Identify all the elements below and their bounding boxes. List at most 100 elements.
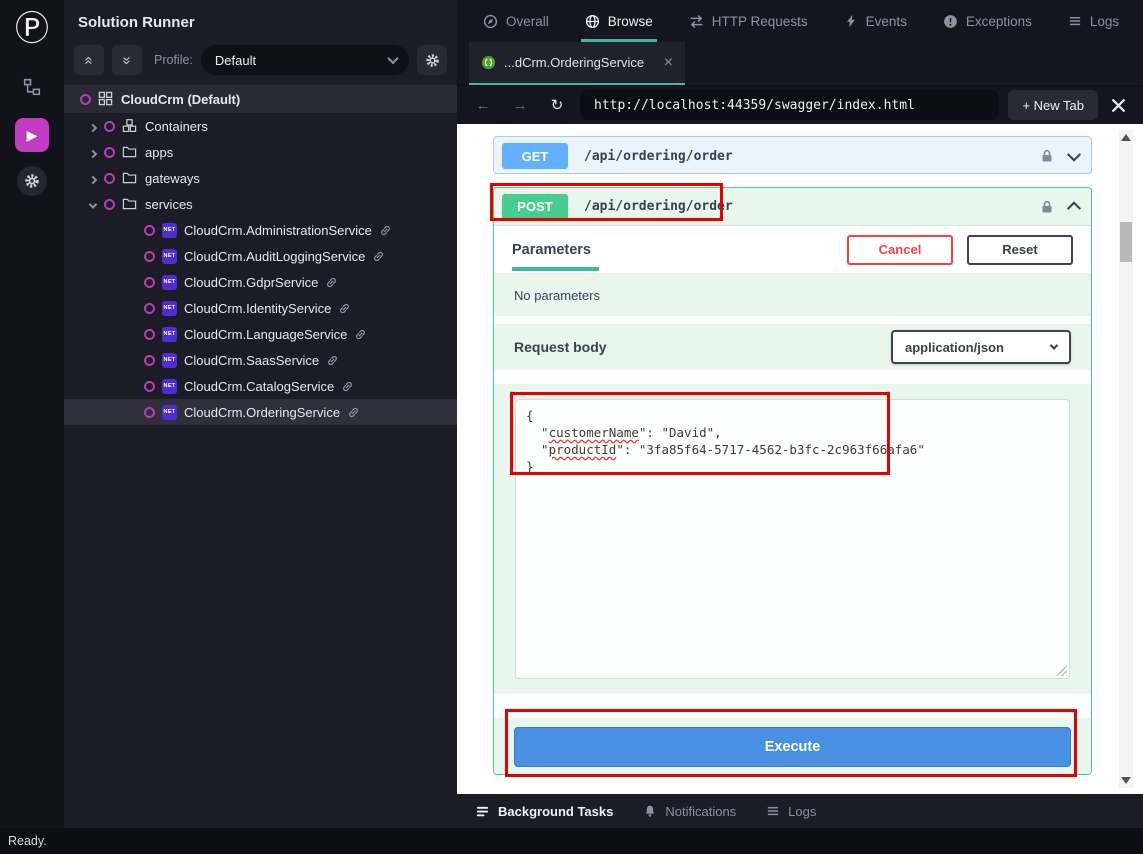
post-endpoint-path: /api/ordering/order xyxy=(584,199,733,214)
bottom-bar-label: Notifications xyxy=(665,804,736,819)
link-icon xyxy=(354,328,367,341)
content-type-select[interactable]: application/json xyxy=(891,330,1071,364)
scrollbar-thumb[interactable] xyxy=(1120,222,1132,262)
tree-item-service[interactable]: NET CloudCrm.CatalogService xyxy=(64,373,457,399)
status-dot-icon xyxy=(144,381,155,392)
tree-item-root[interactable]: CloudCrm (Default) xyxy=(64,85,457,113)
tree-item-label: CloudCrm.CatalogService xyxy=(184,379,334,394)
tree-item-services[interactable]: services xyxy=(64,191,457,217)
hierarchy-icon xyxy=(23,78,41,96)
url-bar[interactable]: http://localhost:44359/swagger/index.htm… xyxy=(580,90,999,120)
lines-icon xyxy=(766,804,780,818)
tab-overall[interactable]: Overall xyxy=(483,0,549,42)
post-endpoint-header[interactable]: POST /api/ordering/order xyxy=(494,188,1091,226)
new-tab-button[interactable]: + New Tab xyxy=(1008,90,1098,120)
status-dot-icon xyxy=(144,355,155,366)
expand-all-button[interactable]: » xyxy=(112,45,142,75)
resize-handle[interactable] xyxy=(1055,664,1067,676)
tab-label: Events xyxy=(866,14,907,29)
close-icon[interactable]: × xyxy=(664,54,673,72)
browser-tab-strip: ...dCrm.OrderingService × xyxy=(457,42,1143,86)
notifications-button[interactable]: Notifications xyxy=(643,804,736,819)
request-body-editor[interactable]: { "customerName": "David", "productId": … xyxy=(515,399,1070,679)
reset-button[interactable]: Reset xyxy=(967,235,1073,265)
profile-select[interactable]: Default xyxy=(201,45,409,75)
profile-label: Profile: xyxy=(154,53,193,67)
profile-settings-button[interactable] xyxy=(417,45,447,75)
back-button[interactable]: ← xyxy=(469,91,497,119)
background-tasks-button[interactable]: Background Tasks xyxy=(475,804,613,819)
view-tabs: Overall Browse HTTP Requests Events Exce… xyxy=(457,0,1143,42)
tree-item-label: services xyxy=(145,197,193,212)
dotnet-icon: NET xyxy=(162,275,177,290)
lock-icon[interactable] xyxy=(1039,148,1055,164)
chevron-right-icon xyxy=(86,145,100,160)
folder-icon xyxy=(122,170,138,186)
logs-button[interactable]: Logs xyxy=(766,804,816,819)
browser-tab-title: ...dCrm.OrderingService xyxy=(504,55,656,70)
tab-label: Logs xyxy=(1090,14,1119,29)
refresh-button[interactable]: ↻ xyxy=(543,91,571,119)
vertical-scrollbar[interactable] xyxy=(1119,130,1133,788)
bottom-bar-label: Background Tasks xyxy=(498,804,613,819)
cancel-button[interactable]: Cancel xyxy=(847,235,953,265)
tree-item-service[interactable]: NET CloudCrm.AdministrationService xyxy=(64,217,457,243)
tab-logs[interactable]: Logs xyxy=(1068,0,1119,42)
main-panel: Overall Browse HTTP Requests Events Exce… xyxy=(457,0,1143,828)
status-dot-icon xyxy=(144,225,155,236)
status-dot-icon xyxy=(144,329,155,340)
tab-browse[interactable]: Browse xyxy=(585,0,653,42)
application-grid-icon xyxy=(98,91,114,107)
get-endpoint-header[interactable]: GET /api/ordering/order xyxy=(494,137,1091,175)
tree-item-apps[interactable]: apps xyxy=(64,139,457,165)
solution-tree-button[interactable] xyxy=(15,70,49,104)
swap-arrows-icon xyxy=(689,14,704,29)
no-parameters-message: No parameters xyxy=(494,274,1091,316)
tree-item-label: gateways xyxy=(145,171,200,186)
tools-button[interactable] xyxy=(1107,94,1129,116)
forward-button[interactable]: → xyxy=(506,91,534,119)
icon-rail: Ⓟ ▶ xyxy=(0,0,64,828)
link-icon xyxy=(326,354,339,367)
tree-item-gateways[interactable]: gateways xyxy=(64,165,457,191)
lock-icon[interactable] xyxy=(1039,199,1055,215)
status-dot-icon xyxy=(104,173,115,184)
exclamation-circle-icon xyxy=(943,14,958,29)
browser-tab[interactable]: ...dCrm.OrderingService × xyxy=(469,42,685,85)
solution-tree: CloudCrm (Default) Containers xyxy=(64,85,457,828)
chevron-down-icon xyxy=(389,56,397,64)
tab-exceptions[interactable]: Exceptions xyxy=(943,0,1032,42)
containers-icon xyxy=(122,118,138,134)
tree-item-service[interactable]: NET CloudCrm.GdprService xyxy=(64,269,457,295)
dotnet-icon: NET xyxy=(162,353,177,368)
get-endpoint-block: GET /api/ordering/order xyxy=(493,136,1092,174)
tree-item-service[interactable]: NET CloudCrm.AuditLoggingService xyxy=(64,243,457,269)
tree-item-service-selected[interactable]: NET CloudCrm.OrderingService xyxy=(64,399,457,425)
chevron-up-icon[interactable] xyxy=(1069,202,1079,212)
url-text: http://localhost:44359/swagger/index.htm… xyxy=(594,98,915,113)
arrow-left-icon: ← xyxy=(476,97,491,114)
tree-item-service[interactable]: NET CloudCrm.LanguageService xyxy=(64,321,457,347)
dotnet-icon: NET xyxy=(162,327,177,342)
settings-button[interactable] xyxy=(17,166,47,196)
tree-item-service[interactable]: NET CloudCrm.IdentityService xyxy=(64,295,457,321)
link-icon xyxy=(338,302,351,315)
tab-events[interactable]: Events xyxy=(844,0,907,42)
collapse-all-button[interactable]: « xyxy=(74,45,104,75)
chevron-down-icon[interactable] xyxy=(1069,151,1079,161)
run-button[interactable]: ▶ xyxy=(15,118,49,152)
execute-button[interactable]: Execute xyxy=(514,727,1071,767)
post-method-badge: POST xyxy=(502,194,568,220)
status-dot-icon xyxy=(104,121,115,132)
compass-icon xyxy=(483,14,498,29)
play-icon: ▶ xyxy=(27,127,38,144)
status-dot-icon xyxy=(144,303,155,314)
scroll-down-arrow-icon[interactable] xyxy=(1121,777,1131,784)
tree-item-service[interactable]: NET CloudCrm.SaasService xyxy=(64,347,457,373)
chevron-down-icon xyxy=(1051,344,1057,350)
tab-http-requests[interactable]: HTTP Requests xyxy=(689,0,808,42)
bell-icon xyxy=(643,804,657,818)
tree-item-containers[interactable]: Containers xyxy=(64,113,457,139)
gear-icon xyxy=(425,53,440,68)
scroll-up-arrow-icon[interactable] xyxy=(1121,134,1131,141)
